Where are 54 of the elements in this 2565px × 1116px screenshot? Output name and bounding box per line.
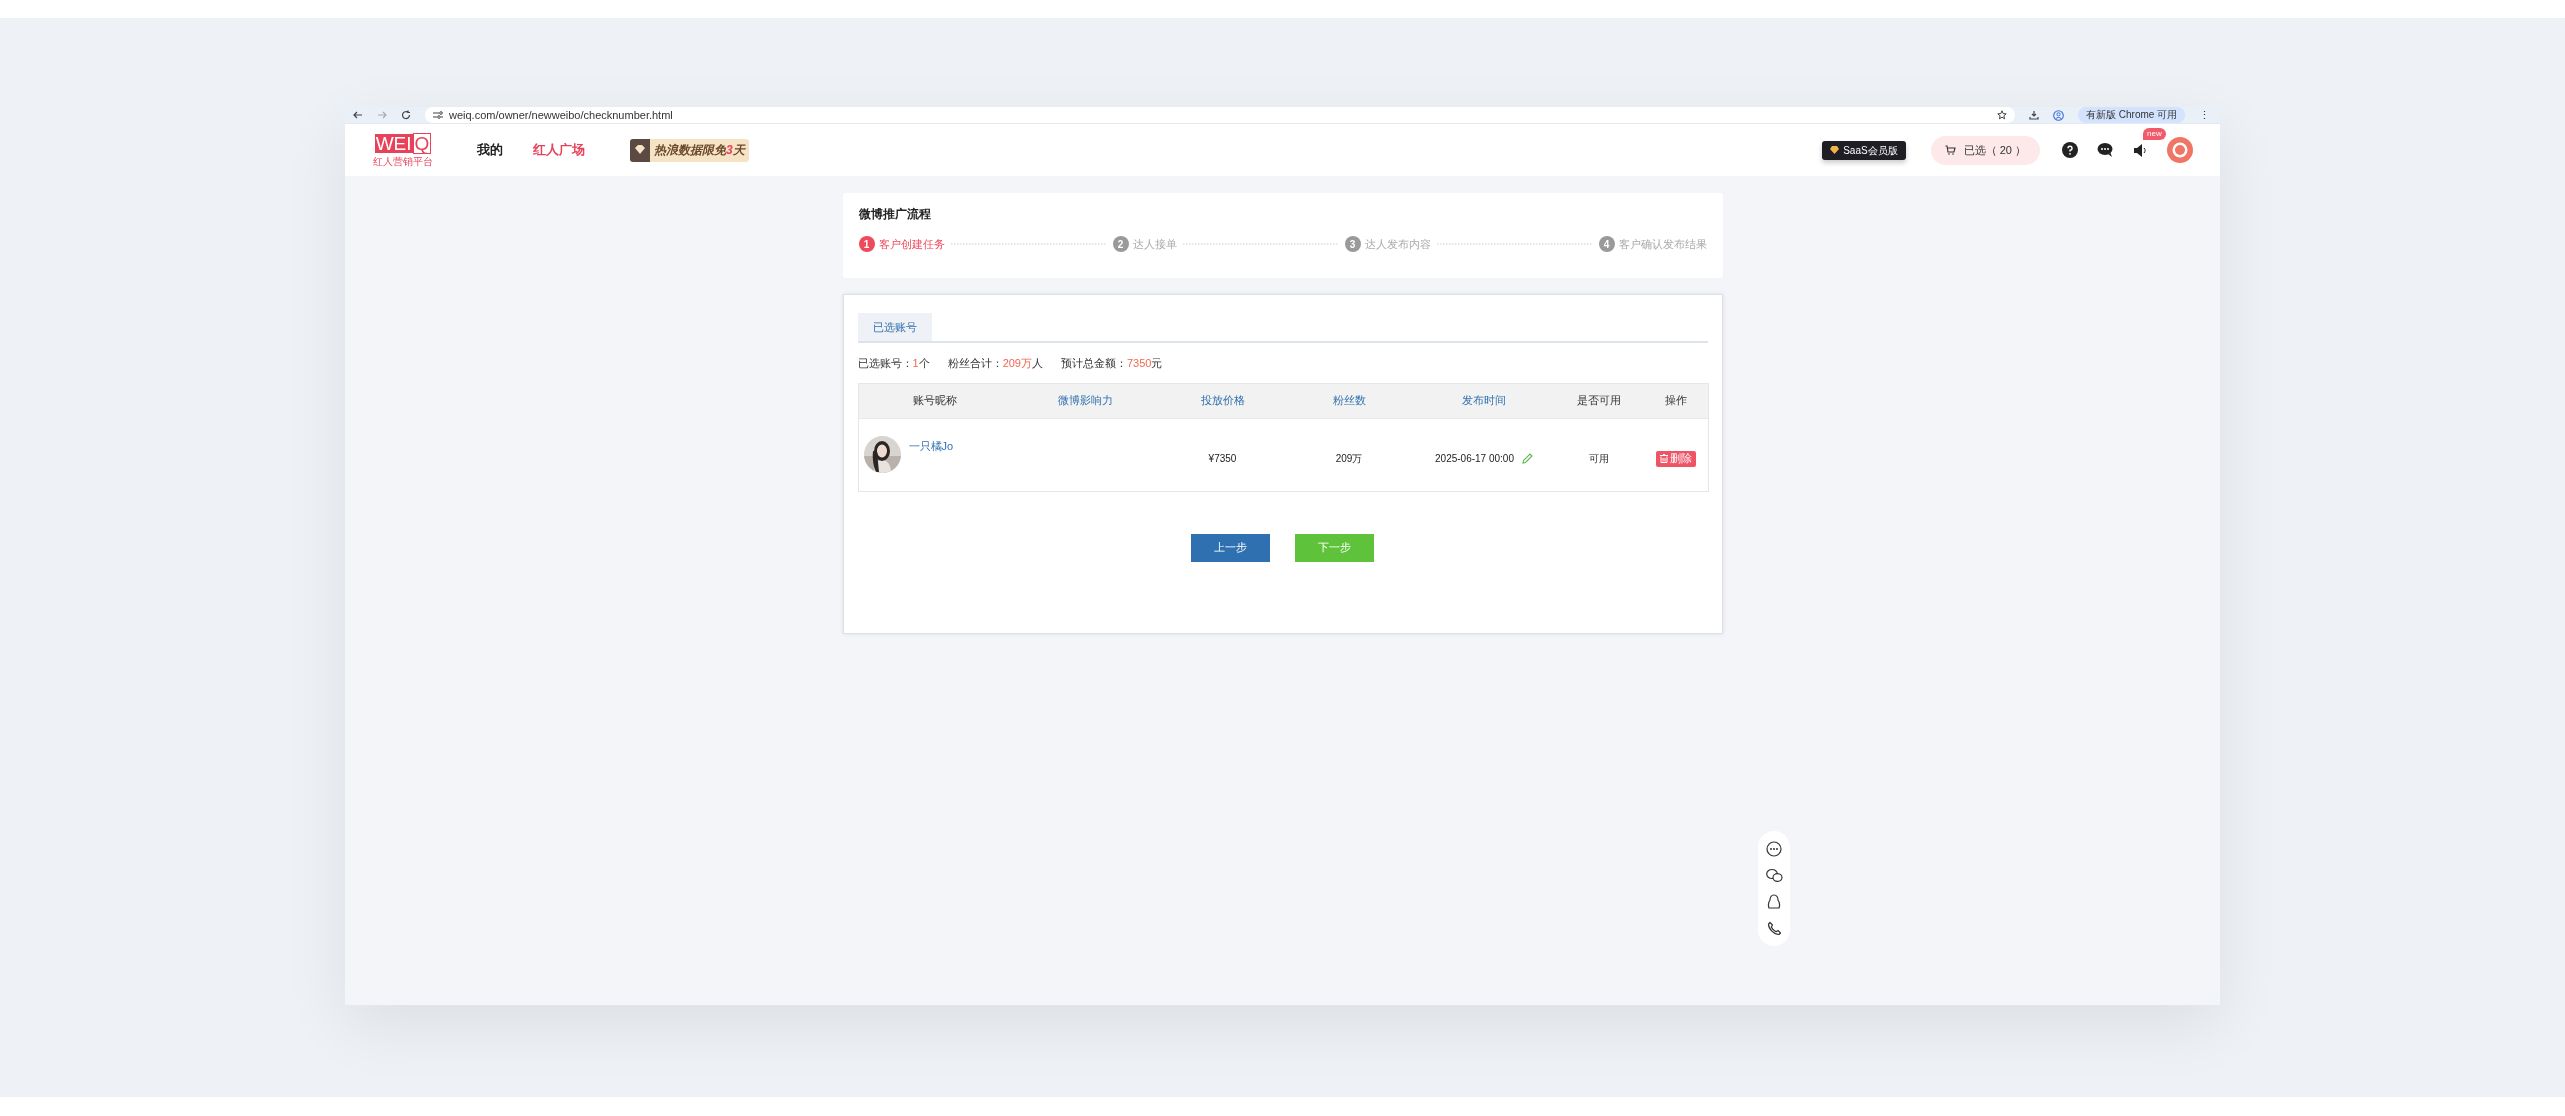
download-icon[interactable]	[2029, 110, 2039, 120]
summary-text: 已选账号：1个	[857, 356, 930, 371]
table-cell-text: 209万	[1335, 452, 1363, 466]
step-label: 客户创建任务	[878, 237, 945, 252]
column-header: 是否可用	[1577, 393, 1621, 409]
promo-banner[interactable]: 热浪数据限免3天	[630, 138, 749, 162]
process-title: 微博推广流程	[858, 206, 932, 223]
chat-bubbles-icon[interactable]	[1765, 867, 1783, 883]
column-header[interactable]: 发布时间	[1462, 392, 1506, 409]
cart-icon	[1944, 145, 1956, 155]
table-cell-text: ¥7350	[1208, 452, 1237, 466]
step-number: 4	[1598, 236, 1615, 253]
saas-badge[interactable]: SaaS会员版	[1822, 140, 1906, 160]
help-icon[interactable]	[2062, 142, 2078, 158]
nav-link[interactable]: 我的	[477, 140, 503, 160]
promo-text: 热浪数据限免3天	[653, 142, 747, 159]
step-number: 2	[1112, 236, 1129, 253]
table-cell-text: 可用	[1589, 452, 1609, 466]
profile-icon[interactable]	[2053, 109, 2064, 121]
reload-icon[interactable]	[401, 110, 411, 120]
bookmark-star-icon[interactable]	[1997, 110, 2007, 120]
previous-step-button[interactable]: 上一步	[1191, 533, 1270, 562]
new-badge: new	[2143, 127, 2166, 140]
gem-icon	[1830, 146, 1840, 154]
back-icon[interactable]	[353, 110, 363, 120]
table-cell-text: 2025-06-17 00:00	[1435, 452, 1514, 466]
column-header: 操作	[1664, 393, 1687, 409]
speaker-icon[interactable]	[2133, 142, 2148, 158]
menu-icon[interactable]: ⋮	[2199, 109, 2211, 121]
summary-text: 预计总金额：7350元	[1061, 356, 1163, 371]
tab[interactable]: 已选账号	[857, 313, 932, 341]
trash-icon	[1659, 454, 1668, 463]
url-text: weiq.com/owner/newweibo/checknumber.html	[449, 109, 673, 121]
cart-button[interactable]: 已选（ 20 ）	[1930, 135, 2040, 165]
address-bar[interactable]: weiq.com/owner/newweibo/checknumber.html	[425, 107, 2015, 123]
column-header: 账号昵称	[913, 393, 957, 409]
avatar-icon[interactable]	[2167, 137, 2193, 163]
chat-icon[interactable]	[2097, 142, 2114, 158]
account-name-link[interactable]: 一只橘Jo	[908, 438, 954, 455]
step-label: 达人发布内容	[1364, 237, 1431, 252]
step-number: 3	[1344, 236, 1361, 253]
step-label: 达人接单	[1132, 237, 1177, 252]
more-icon[interactable]	[1766, 840, 1782, 857]
column-header[interactable]: 粉丝数	[1332, 392, 1366, 409]
site-settings-icon[interactable]	[433, 111, 443, 119]
update-chrome-button[interactable]: 有新版 Chrome 可用	[2078, 107, 2186, 123]
summary-text: 粉丝合计：209万人	[947, 356, 1043, 371]
column-header[interactable]: 微博影响力	[1057, 392, 1113, 409]
nav-link[interactable]: 红人广场	[533, 140, 585, 160]
step-label: 客户确认发布结果	[1618, 237, 1707, 252]
column-header[interactable]: 投放价格	[1200, 392, 1245, 409]
delete-button[interactable]: 删除	[1655, 450, 1696, 467]
step-number: 1	[858, 236, 875, 253]
phone-icon[interactable]	[1766, 921, 1782, 937]
